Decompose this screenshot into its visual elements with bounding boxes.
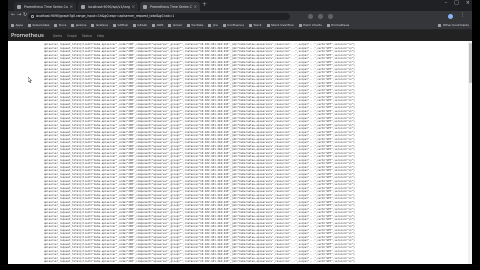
menu-icon[interactable]: ⋮ [460, 12, 465, 18]
new-tab-button[interactable]: + [202, 2, 207, 8]
tab-close-icon[interactable]: × [70, 4, 73, 9]
bookmark-label: Stack Overflow [271, 23, 294, 27]
bookmark-label: Apps [15, 23, 23, 27]
nav-graph[interactable]: Graph [67, 34, 77, 38]
bookmark-favicon-icon [249, 23, 253, 27]
bookmark-item[interactable]: Stack Overflow [266, 23, 294, 27]
tab-close-icon[interactable]: × [132, 4, 135, 9]
bookmark-favicon-icon [186, 23, 190, 27]
other-bookmarks[interactable]: Other bookmarks [438, 23, 469, 27]
metric-labels: apiserver_request_total{client="kube-api… [44, 264, 355, 265]
extension-icon[interactable] [308, 13, 313, 19]
bookmark-favicon-icon [71, 23, 75, 27]
nav-help[interactable]: Help [97, 34, 104, 38]
tab[interactable]: Prometheus Time Series Collection × [14, 2, 76, 11]
profile-avatar[interactable] [448, 13, 453, 19]
bookmark-favicon-icon [326, 23, 330, 27]
extension-icon[interactable] [318, 13, 323, 19]
bookmark-item[interactable]: AWS [152, 23, 163, 27]
bookmark-label: GitHub [117, 23, 128, 27]
tab-title: localhost:9090/api/v1/targets [88, 4, 130, 9]
bookmark-label: Kubernetes [32, 23, 50, 27]
bookmark-item[interactable]: Prometheus [326, 23, 350, 27]
url-text: localhost:9090/graph?g0.range_input=1h&g… [35, 14, 175, 18]
bookmark-label: Jira [212, 23, 218, 27]
bookmark-item[interactable]: Kubernetes [27, 23, 50, 27]
address-toolbar: ← → ↻ localhost:9090/graph?g0.range_inpu… [8, 11, 472, 21]
bookmark-favicon-icon [112, 23, 116, 27]
bookmark-favicon-icon [91, 23, 95, 27]
scrollbar-thumb[interactable] [468, 43, 472, 83]
folder-icon [438, 23, 442, 27]
query-results-table: apiserver_request_total{client="kube-api… [44, 41, 472, 264]
nav-alerts[interactable]: Alerts [53, 34, 62, 38]
page-favicon-icon [81, 4, 85, 9]
bookmark-item[interactable]: Gmail [168, 23, 182, 27]
forward-icon[interactable]: → [17, 13, 21, 18]
browser-window: Prometheus Time Series Collection × loca… [8, 0, 472, 264]
bookmark-label: GitLab [137, 23, 148, 27]
bookmark-label: YouTube [191, 23, 204, 27]
bookmark-item[interactable]: GitLab [132, 23, 148, 27]
bookmark-item[interactable]: Confluence [222, 23, 245, 27]
prometheus-navbar: Prometheus Alerts Graph Status Help [8, 30, 472, 41]
screen: Prometheus Time Series Collection × loca… [0, 0, 480, 270]
window-controls: – □ × [445, 1, 470, 6]
minimize-button[interactable]: – [445, 1, 448, 6]
prometheus-brand[interactable]: Prometheus [11, 33, 44, 39]
maximize-button[interactable]: □ [454, 1, 459, 6]
tab-active[interactable]: Prometheus Time Series Collect × [140, 2, 200, 11]
extension-icon[interactable] [328, 13, 333, 19]
bookmark-favicon-icon [152, 23, 156, 27]
bookmark-label: Gmail [172, 23, 182, 27]
bookmark-favicon-icon [208, 23, 212, 27]
address-bar[interactable]: localhost:9090/graph?g0.range_input=1h&g… [28, 12, 290, 20]
bookmark-favicon-icon [298, 23, 302, 27]
close-window-button[interactable]: × [466, 1, 470, 6]
bookmark-label: Grafana [95, 23, 108, 27]
tab-close-icon[interactable]: × [194, 4, 197, 9]
tab[interactable]: localhost:9090/api/v1/targets × [78, 2, 138, 11]
bookmark-label: Docs [58, 23, 67, 27]
prometheus-favicon-icon [17, 4, 21, 9]
bookmark-favicon-icon [266, 23, 270, 27]
bookmark-label: Prometheus [331, 23, 350, 27]
nav-status[interactable]: Status [82, 34, 92, 38]
bookmarks-bar: Apps Kubernetes Docs Jenkins Grafana GitHub Gi… [8, 21, 472, 30]
bookmark-favicon-icon [11, 23, 14, 27]
reload-icon[interactable]: ↻ [23, 12, 27, 18]
bookmark-label: AWS [156, 23, 164, 27]
mouse-cursor-icon [28, 77, 32, 83]
info-icon[interactable] [31, 14, 34, 18]
bookmark-item[interactable]: Slack [249, 23, 262, 27]
vertical-scrollbar[interactable] [468, 41, 472, 264]
bookmark-item[interactable]: YouTube [186, 23, 204, 27]
bookmark-favicon-icon [132, 23, 136, 27]
bookmark-label: Jenkins [75, 23, 87, 27]
tab-title: Prometheus Time Series Collection [24, 4, 68, 9]
back-icon[interactable]: ← [11, 13, 15, 18]
results-page: apiserver_request_total{client="kube-api… [8, 41, 472, 264]
bookmark-label: Slack [253, 23, 262, 27]
result-row: apiserver_request_total{client="kube-api… [44, 264, 472, 265]
bookmark-favicon-icon [54, 23, 58, 27]
bookmark-item[interactable]: Docs [54, 23, 66, 27]
tab-strip: Prometheus Time Series Collection × loca… [8, 0, 472, 11]
bookmark-item[interactable]: Jira [208, 23, 218, 27]
bookmark-item[interactable]: GitHub [112, 23, 128, 27]
bookmark-favicon-icon [27, 23, 31, 27]
bookmark-favicon-icon [168, 23, 172, 27]
bookmark-label: Helm Charts [303, 23, 322, 27]
bookmark-item[interactable]: Grafana [91, 23, 108, 27]
bookmark-item[interactable]: Jenkins [71, 23, 86, 27]
bookmark-item[interactable]: Apps [11, 23, 23, 27]
prometheus-favicon-icon [143, 4, 147, 9]
bookmark-label: Confluence [227, 23, 245, 27]
tab-title: Prometheus Time Series Collect [150, 4, 192, 9]
bookmark-favicon-icon [222, 23, 226, 27]
bookmark-item[interactable]: Helm Charts [298, 23, 322, 27]
bookmark-label: Other bookmarks [442, 23, 469, 27]
